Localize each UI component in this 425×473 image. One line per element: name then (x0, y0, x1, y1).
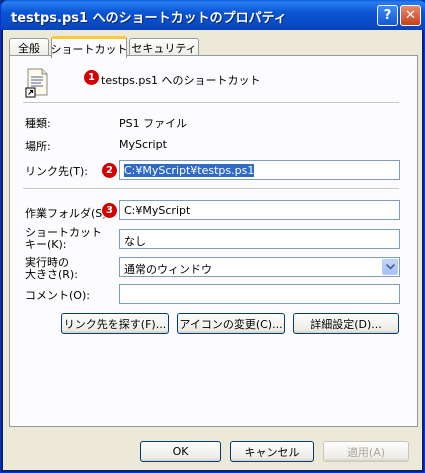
shortcut-key-label-2: キー(K): (25, 238, 67, 251)
tab-security[interactable]: セキュリティ (129, 38, 199, 56)
marker-3: 3 (102, 203, 117, 218)
window-title: testps.ps1 へのショートカットのプロパティ (11, 11, 287, 26)
location-value: MyScript (119, 138, 167, 151)
comment-label: コメント(O): (25, 289, 90, 302)
type-value: PS1 ファイル (119, 117, 188, 130)
shortcut-key-field[interactable]: なし (119, 229, 400, 249)
type-label: 種類: (25, 117, 51, 130)
tab-general[interactable]: 全般 (9, 38, 49, 56)
title-bar[interactable]: testps.ps1 へのショートカットのプロパティ ? ✕ (1, 0, 425, 30)
help-button[interactable]: ? (377, 5, 398, 26)
workdir-field[interactable]: C:¥MyScript (119, 200, 400, 220)
workdir-value: C:¥MyScript (124, 204, 191, 217)
comment-field[interactable] (119, 284, 400, 304)
target-field[interactable]: C:¥MyScript¥testps.ps1 (119, 160, 400, 180)
apply-button[interactable]: 適用(A) (323, 441, 409, 462)
separator (23, 188, 399, 190)
target-label: リンク先(T): (25, 165, 89, 178)
chevron-down-icon[interactable] (382, 259, 398, 275)
marker-1: 1 (84, 70, 99, 85)
workdir-label: 作業フォルダ(S): (25, 207, 111, 220)
shortcut-name: testps.ps1 へのショートカット (101, 74, 261, 87)
advanced-button[interactable]: 詳細設定(D)... (293, 313, 399, 334)
tab-shortcut[interactable]: ショートカット (51, 36, 128, 58)
properties-dialog: testps.ps1 へのショートカットのプロパティ ? ✕ 全般 ショートカッ… (0, 0, 425, 473)
marker-2: 2 (102, 163, 117, 178)
run-size-value: 通常のウィンドウ (124, 263, 212, 276)
ok-button[interactable]: OK (140, 441, 221, 462)
location-label: 場所: (25, 140, 51, 153)
shortcut-file-icon (25, 68, 48, 98)
shortcut-key-value: なし (124, 235, 146, 248)
target-value: C:¥MyScript¥testps.ps1 (124, 164, 255, 177)
cancel-button[interactable]: キャンセル (230, 441, 314, 462)
separator (23, 102, 399, 104)
run-size-label-2: 大きさ(R): (25, 268, 78, 281)
find-target-button[interactable]: リンク先を探す(F)... (61, 313, 169, 334)
close-button[interactable]: ✕ (400, 5, 421, 26)
change-icon-button[interactable]: アイコンの変更(C)... (177, 313, 285, 334)
run-size-select[interactable]: 通常のウィンドウ (119, 257, 400, 277)
